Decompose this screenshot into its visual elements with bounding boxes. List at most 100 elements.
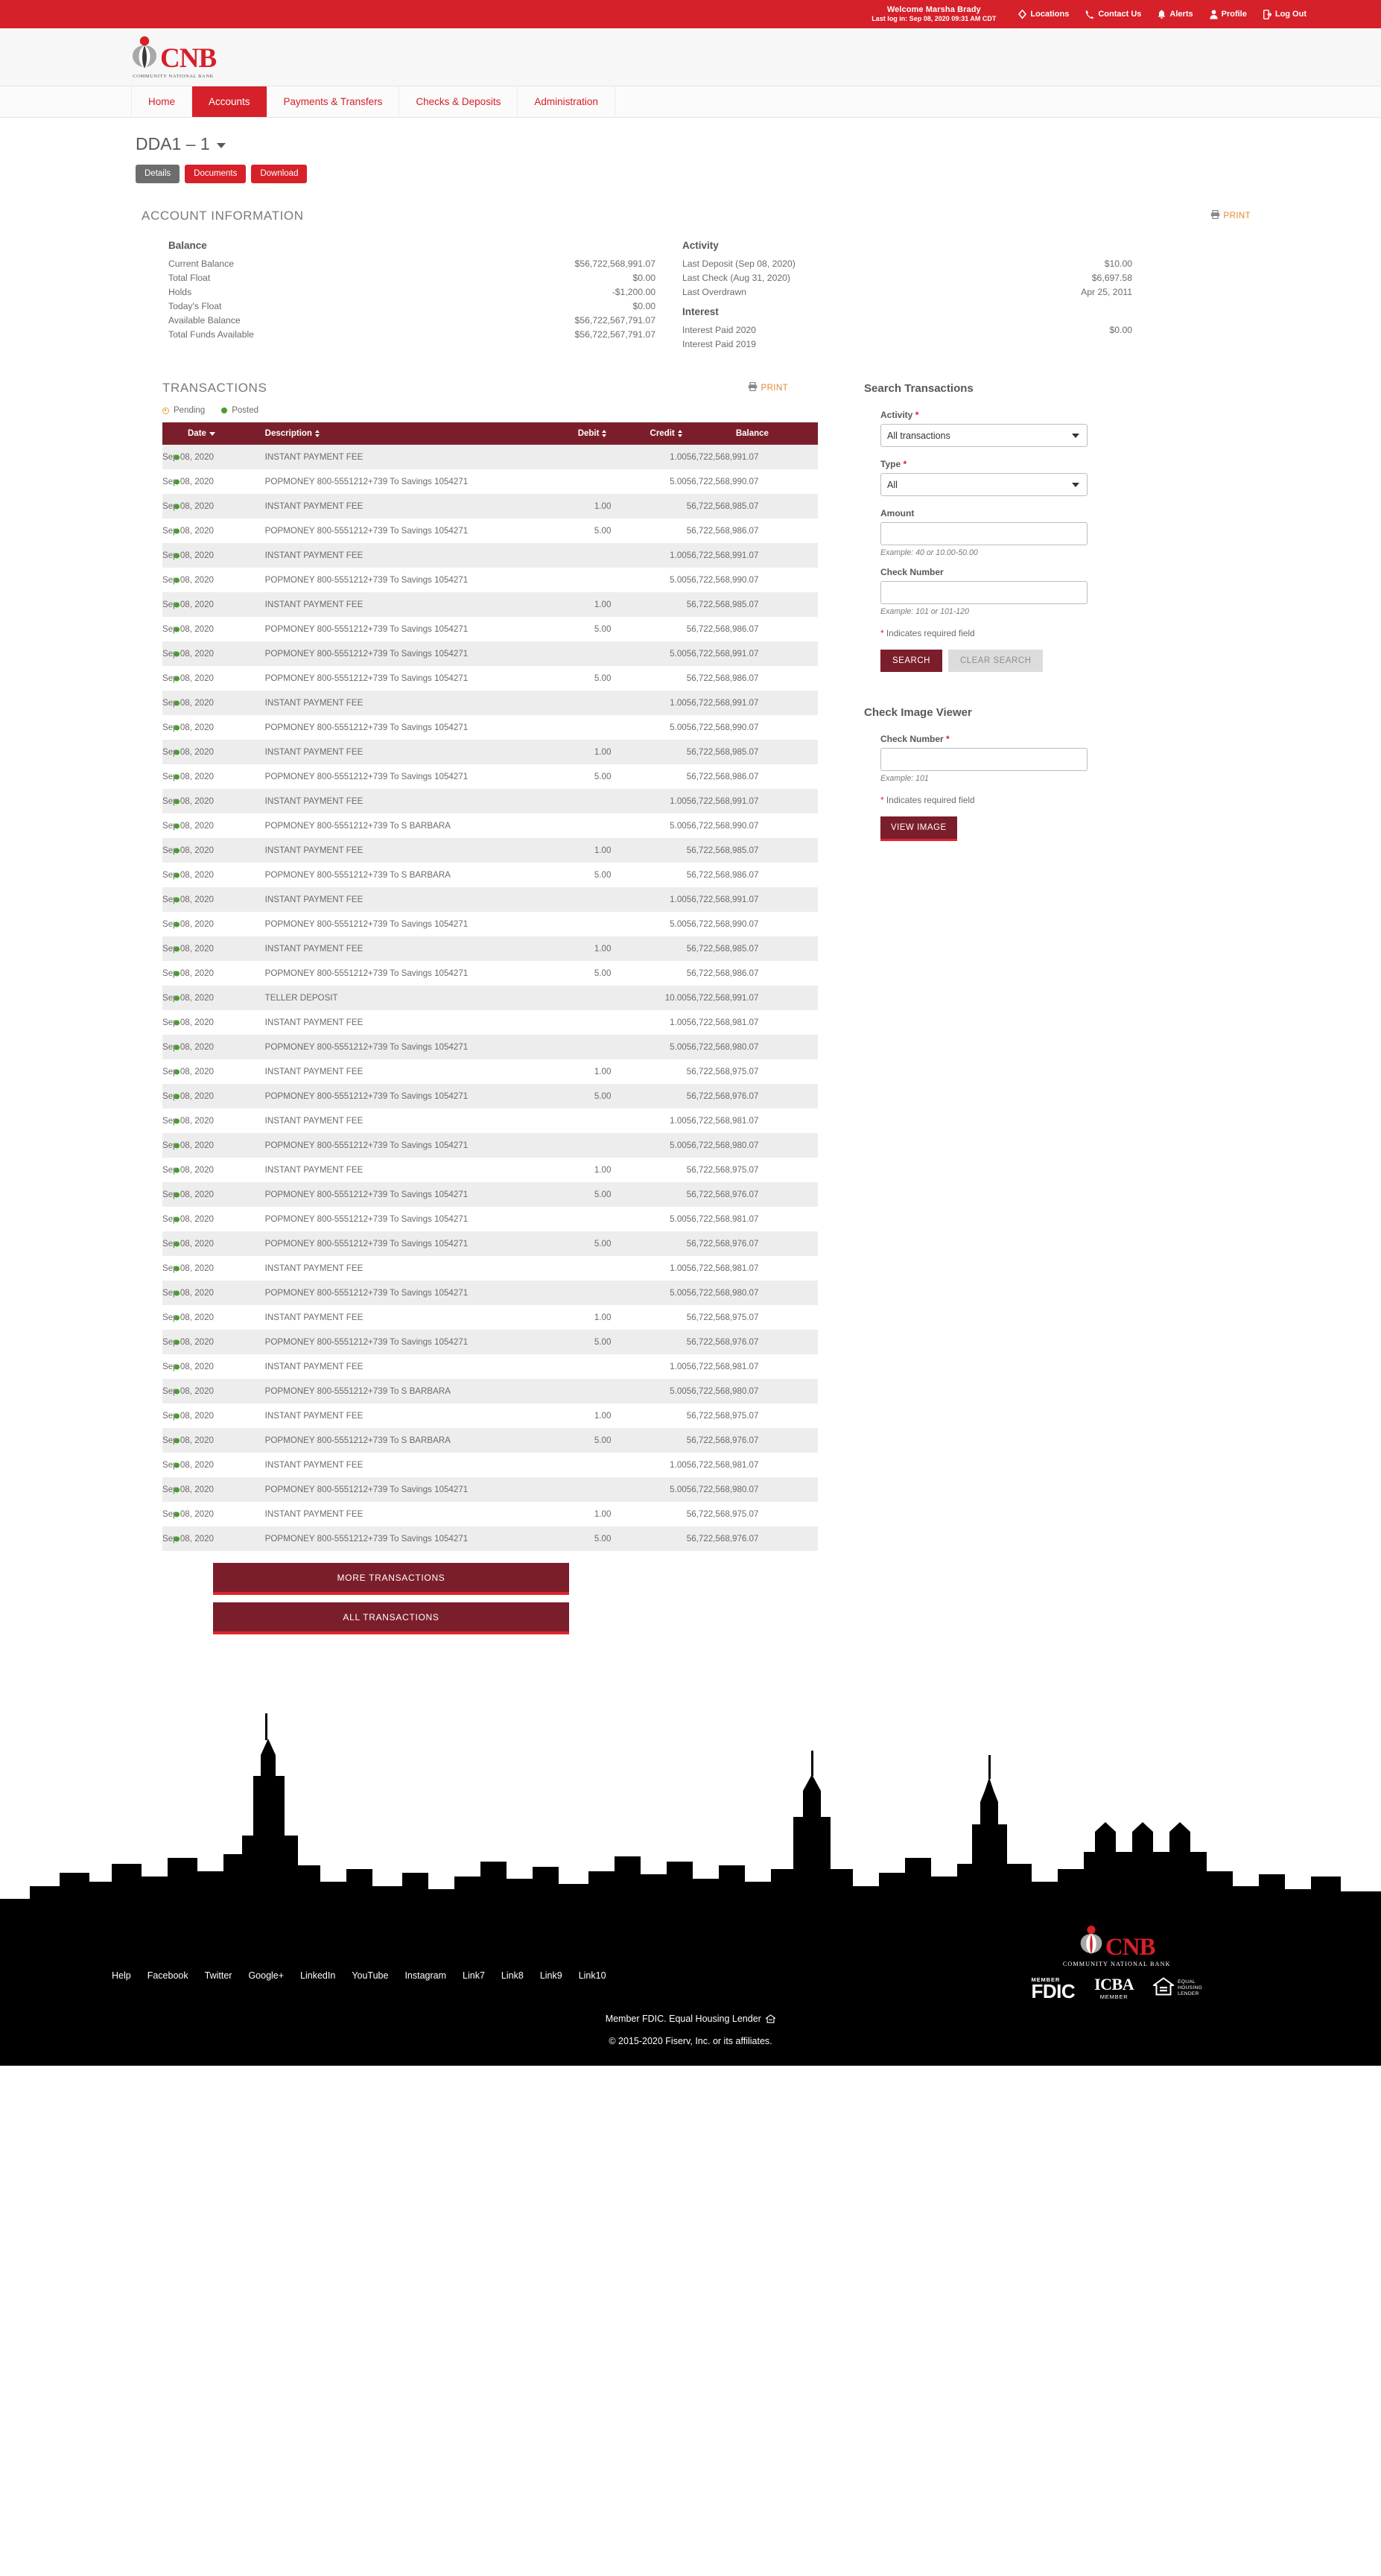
table-row[interactable]: Sep 08, 2020 INSTANT PAYMENT FEE 1.00 56,72…: [162, 1453, 818, 1477]
cell-description: POPMONEY 800-5551212+739 To Savings 1054…: [264, 477, 469, 486]
footer-link[interactable]: Facebook: [147, 1970, 188, 1981]
footer-link[interactable]: Google+: [248, 1970, 284, 1981]
table-row[interactable]: Sep 08, 2020 INSTANT PAYMENT FEE 1.00 56,72…: [162, 543, 818, 568]
column-header-debit[interactable]: Debit: [536, 422, 612, 445]
table-row[interactable]: Sep 08, 2020 POPMONEY 800-5551212+739 To …: [162, 1207, 818, 1231]
table-row[interactable]: Sep 08, 2020 POPMONEY 800-5551212+739 To …: [162, 1084, 818, 1108]
table-row[interactable]: Sep 08, 2020 POPMONEY 800-5551212+739 To …: [162, 1526, 818, 1551]
table-row[interactable]: Sep 08, 2020 POPMONEY 800-5551212+739 To …: [162, 1035, 818, 1059]
table-row[interactable]: Sep 08, 2020 INSTANT PAYMENT FEE 1.00 56,72…: [162, 1305, 818, 1330]
print-account-information-button[interactable]: PRINT: [1210, 210, 1251, 221]
table-row[interactable]: Sep 08, 2020 INSTANT PAYMENT FEE 1.00 56,72…: [162, 789, 818, 813]
utility-link-log-out[interactable]: Log Out: [1263, 9, 1307, 19]
cell-description: POPMONEY 800-5551212+739 To Savings 1054…: [264, 673, 469, 683]
footer-link[interactable]: Help: [112, 1970, 131, 1981]
documents-button[interactable]: Documents: [185, 165, 247, 183]
details-button[interactable]: Details: [136, 165, 180, 183]
nav-item-checks-deposits[interactable]: Checks & Deposits: [399, 86, 518, 117]
table-row[interactable]: Sep 08, 2020 POPMONEY 800-5551212+739 To …: [162, 961, 818, 986]
table-row[interactable]: Sep 08, 2020 POPMONEY 800-5551212+739 To …: [162, 666, 818, 691]
table-row[interactable]: Sep 08, 2020 POPMONEY 800-5551212+739 To …: [162, 1182, 818, 1207]
table-row[interactable]: Sep 08, 2020 POPMONEY 800-5551212+739 To …: [162, 1281, 818, 1305]
footer-link[interactable]: Twitter: [205, 1970, 232, 1981]
download-button[interactable]: Download: [251, 165, 308, 183]
search-button[interactable]: SEARCH: [880, 650, 942, 672]
table-row[interactable]: Sep 08, 2020 INSTANT PAYMENT FEE 1.00 56,72…: [162, 1059, 818, 1084]
all-transactions-button[interactable]: ALL TRANSACTIONS: [213, 1602, 569, 1634]
utility-link-profile[interactable]: Profile: [1210, 9, 1247, 19]
table-row[interactable]: Sep 08, 2020 INSTANT PAYMENT FEE 1.00 56,72…: [162, 936, 818, 961]
table-row[interactable]: Sep 08, 2020 INSTANT PAYMENT FEE 1.00 56,72…: [162, 1010, 818, 1035]
cell-date: Sep 08, 2020: [162, 1403, 265, 1428]
column-header-date[interactable]: Date: [162, 422, 265, 445]
footer-link[interactable]: Instagram: [404, 1970, 446, 1981]
footer-link[interactable]: Link9: [540, 1970, 562, 1981]
table-row[interactable]: Sep 08, 2020 INSTANT PAYMENT FEE 1.00 56,72…: [162, 1256, 818, 1281]
table-row[interactable]: Sep 08, 2020 INSTANT PAYMENT FEE 1.00 56,72…: [162, 887, 818, 912]
table-row[interactable]: Sep 08, 2020 POPMONEY 800-5551212+739 To …: [162, 912, 818, 936]
table-row[interactable]: Sep 08, 2020 INSTANT PAYMENT FEE 1.00 56,72…: [162, 838, 818, 863]
print-transactions-button[interactable]: PRINT: [748, 382, 789, 393]
column-header-description[interactable]: Description: [264, 422, 536, 445]
table-row[interactable]: Sep 08, 2020 POPMONEY 800-5551212+739 To …: [162, 568, 818, 592]
utility-link-locations[interactable]: Locations: [1018, 9, 1069, 19]
table-row[interactable]: Sep 08, 2020 TELLER DEPOSIT 10.00 56,722,56…: [162, 986, 818, 1010]
activity-field-label: Activity *: [880, 410, 1095, 420]
date-text: Sep 08, 2020: [162, 1116, 214, 1126]
table-row[interactable]: Sep 08, 2020 INSTANT PAYMENT FEE 1.00 56,72…: [162, 691, 818, 715]
table-row[interactable]: Sep 08, 2020 POPMONEY 800-5551212+739 To …: [162, 863, 818, 887]
column-header-credit[interactable]: Credit: [611, 422, 687, 445]
table-row[interactable]: Sep 08, 2020 POPMONEY 800-5551212+739 To …: [162, 813, 818, 838]
required-asterisk: *: [880, 795, 884, 805]
nav-item-payments-transfers[interactable]: Payments & Transfers: [267, 86, 400, 117]
bank-logo[interactable]: CNB COMMUNITY NATIONAL BANK: [130, 36, 217, 79]
activity-select[interactable]: All transactions: [880, 424, 1088, 447]
table-row[interactable]: Sep 08, 2020 POPMONEY 800-5551212+739 To …: [162, 1231, 818, 1256]
type-select[interactable]: All: [880, 473, 1088, 496]
table-row[interactable]: Sep 08, 2020 INSTANT PAYMENT FEE 1.00 56,72…: [162, 592, 818, 617]
table-row[interactable]: Sep 08, 2020 INSTANT PAYMENT FEE 1.00 56,72…: [162, 1502, 818, 1526]
required-note-text: Indicates required field: [886, 628, 975, 638]
nav-item-accounts[interactable]: Accounts: [192, 86, 267, 117]
more-transactions-button[interactable]: MORE TRANSACTIONS: [213, 1563, 569, 1595]
table-row[interactable]: Sep 08, 2020 POPMONEY 800-5551212+739 To …: [162, 1428, 818, 1453]
table-row[interactable]: Sep 08, 2020 POPMONEY 800-5551212+739 To …: [162, 715, 818, 740]
table-row[interactable]: Sep 08, 2020 INSTANT PAYMENT FEE 1.00 56,72…: [162, 1158, 818, 1182]
footer-link[interactable]: Link8: [501, 1970, 524, 1981]
footer-link[interactable]: Link7: [463, 1970, 485, 1981]
check-number-input[interactable]: [880, 581, 1088, 604]
table-row[interactable]: Sep 08, 2020 INSTANT PAYMENT FEE 1.00 56,72…: [162, 494, 818, 518]
table-row[interactable]: Sep 08, 2020 POPMONEY 800-5551212+739 To …: [162, 1477, 818, 1502]
cell-credit: [611, 1182, 686, 1207]
footer-link[interactable]: Link10: [579, 1970, 606, 1981]
table-row[interactable]: Sep 08, 2020 INSTANT PAYMENT FEE 1.00 56,72…: [162, 1403, 818, 1428]
cell-description: POPMONEY 800-5551212+739 To Savings 1054…: [264, 968, 469, 978]
cell-date: Sep 08, 2020: [162, 641, 265, 666]
clear-search-button[interactable]: CLEAR SEARCH: [947, 650, 1044, 672]
table-row[interactable]: Sep 08, 2020 POPMONEY 800-5551212+739 To …: [162, 1330, 818, 1354]
activity-row: Last Deposit (Sep 08, 2020) $10.00: [655, 256, 1132, 270]
table-row[interactable]: Sep 08, 2020 POPMONEY 800-5551212+739 To …: [162, 518, 818, 543]
view-image-button[interactable]: VIEW IMAGE: [880, 816, 957, 841]
table-row[interactable]: Sep 08, 2020 INSTANT PAYMENT FEE 1.00 56,72…: [162, 1108, 818, 1133]
amount-input[interactable]: [880, 522, 1088, 545]
table-row[interactable]: Sep 08, 2020 POPMONEY 800-5551212+739 To …: [162, 469, 818, 494]
table-row[interactable]: Sep 08, 2020 POPMONEY 800-5551212+739 To …: [162, 617, 818, 641]
table-row[interactable]: Sep 08, 2020 INSTANT PAYMENT FEE 1.00 56,72…: [162, 1354, 818, 1379]
viewer-check-number-input[interactable]: [880, 748, 1088, 771]
table-row[interactable]: Sep 08, 2020 INSTANT PAYMENT FEE 1.00 56,72…: [162, 445, 818, 469]
cell-date: Sep 08, 2020: [162, 813, 265, 838]
table-row[interactable]: Sep 08, 2020 POPMONEY 800-5551212+739 To …: [162, 764, 818, 789]
table-row[interactable]: Sep 08, 2020 POPMONEY 800-5551212+739 To …: [162, 1379, 818, 1403]
table-row[interactable]: Sep 08, 2020 INSTANT PAYMENT FEE 1.00 56,72…: [162, 740, 818, 764]
nav-item-home[interactable]: Home: [131, 86, 193, 117]
nav-item-administration[interactable]: Administration: [518, 86, 615, 117]
footer-link[interactable]: LinkedIn: [300, 1970, 335, 1981]
footer-link[interactable]: YouTube: [352, 1970, 388, 1981]
table-row[interactable]: Sep 08, 2020 POPMONEY 800-5551212+739 To …: [162, 641, 818, 666]
account-switcher-chevron-down-icon[interactable]: [216, 143, 226, 148]
cell-date: Sep 08, 2020: [162, 1330, 265, 1354]
utility-link-contact-us[interactable]: Contact Us: [1085, 10, 1141, 19]
utility-link-alerts[interactable]: Alerts: [1158, 9, 1193, 19]
table-row[interactable]: Sep 08, 2020 POPMONEY 800-5551212+739 To …: [162, 1133, 818, 1158]
